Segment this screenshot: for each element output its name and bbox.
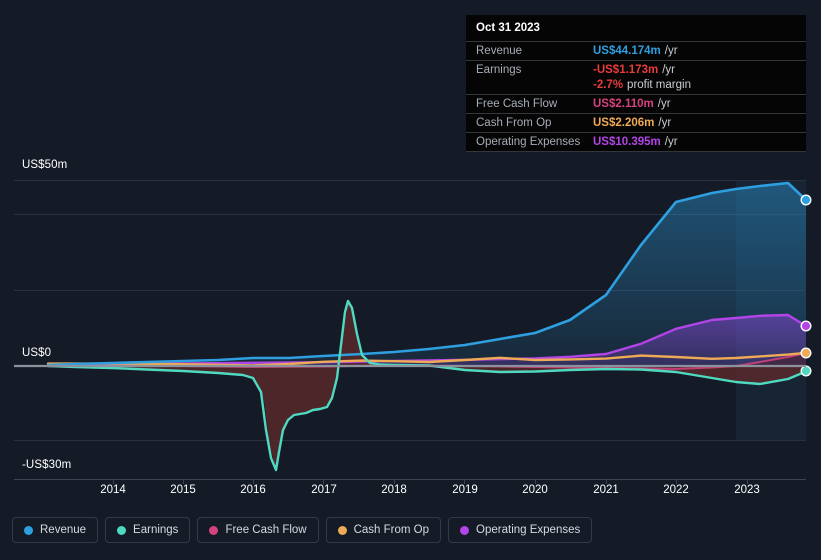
tooltip-row-free-cash-flow: Free Cash Flow US$2.110m /yr [466,94,806,113]
tooltip-row-earnings: Earnings -US$1.173m /yr [466,60,806,79]
y-axis-label-bottom: -US$30m [22,459,72,471]
tooltip-suffix-profit-margin: profit margin [627,79,691,91]
tooltip-label-revenue: Revenue [476,45,523,57]
tooltip-value-free-cash-flow: US$2.110m [593,98,654,110]
legend-dot-free-cash-flow-icon [209,525,219,535]
legend-item-revenue[interactable]: Revenue [12,517,99,543]
chart-tooltip: Oct 31 2023 Revenue US$44.174m /yr Earni… [466,15,806,152]
legend-label-earnings: Earnings [133,524,179,536]
legend-dot-earnings-icon [117,525,127,535]
x-axis-label-2021: 2021 [593,484,619,496]
tooltip-date: Oct 31 2023 [476,22,540,34]
tooltip-suffix-cash-from-op: /yr [658,117,672,129]
x-axis-label-2023: 2023 [734,484,760,496]
x-axis-labels: 2014 2015 2016 2017 2018 2019 2020 2021 … [0,484,821,502]
tooltip-value-cash-from-op: US$2.206m [593,117,655,129]
legend-item-earnings[interactable]: Earnings [105,517,191,543]
legend-dot-cash-from-op-icon [337,525,347,535]
endpoint-cash-from-op [800,347,812,359]
tooltip-suffix-operating-expenses: /yr [664,136,678,148]
tooltip-suffix-earnings: /yr [662,64,675,76]
legend-dot-operating-expenses-icon [460,525,470,535]
x-axis-label-2014: 2014 [100,484,126,496]
tooltip-label-cash-from-op: Cash From Op [476,117,552,129]
legend-label-cash-from-op: Cash From Op [353,524,430,536]
tooltip-suffix-revenue: /yr [664,45,678,57]
tooltip-row-profit-margin: -2.7% profit margin [466,79,806,94]
tooltip-row-cash-from-op: Cash From Op US$2.206m /yr [466,113,806,132]
x-axis-label-2020: 2020 [522,484,548,496]
legend-label-free-cash-flow: Free Cash Flow [225,524,307,536]
y-axis-label-top: US$50m [22,159,68,171]
tooltip-value-operating-expenses: US$10.395m [593,136,661,148]
legend-item-cash-from-op[interactable]: Cash From Op [325,517,442,543]
legend-item-operating-expenses[interactable]: Operating Expenses [448,517,593,543]
legend-label-operating-expenses: Operating Expenses [476,524,581,536]
tooltip-row-operating-expenses: Operating Expenses US$10.395m /yr [466,132,806,151]
x-axis-label-2019: 2019 [452,484,478,496]
legend-dot-revenue-icon [24,525,33,535]
chart-legend: Revenue Earnings Free Cash Flow Cash Fro… [12,517,593,543]
tooltip-label-operating-expenses: Operating Expenses [476,136,581,148]
legend-label-revenue: Revenue [40,524,87,536]
x-axis-label-2016: 2016 [240,484,266,496]
endpoint-operating-expenses [800,320,812,332]
tooltip-value-profit-margin: -2.7% [593,79,624,91]
tooltip-suffix-free-cash-flow: /yr [657,98,671,110]
x-axis-label-2015: 2015 [170,484,196,496]
x-axis-label-2018: 2018 [381,484,407,496]
tooltip-label-free-cash-flow: Free Cash Flow [476,98,558,110]
tooltip-row-revenue: Revenue US$44.174m /yr [466,41,806,60]
y-axis-label-zero: US$0 [22,347,52,359]
endpoint-revenue [800,194,812,206]
endpoint-earnings [800,365,812,377]
x-axis-label-2022: 2022 [663,484,689,496]
tooltip-value-earnings: -US$1.173m [593,64,659,76]
tooltip-bottom-rule [466,151,806,152]
tooltip-value-revenue: US$44.174m [593,45,661,57]
tooltip-label-earnings: Earnings [476,64,522,76]
legend-item-free-cash-flow[interactable]: Free Cash Flow [197,517,319,543]
x-axis-label-2017: 2017 [311,484,337,496]
